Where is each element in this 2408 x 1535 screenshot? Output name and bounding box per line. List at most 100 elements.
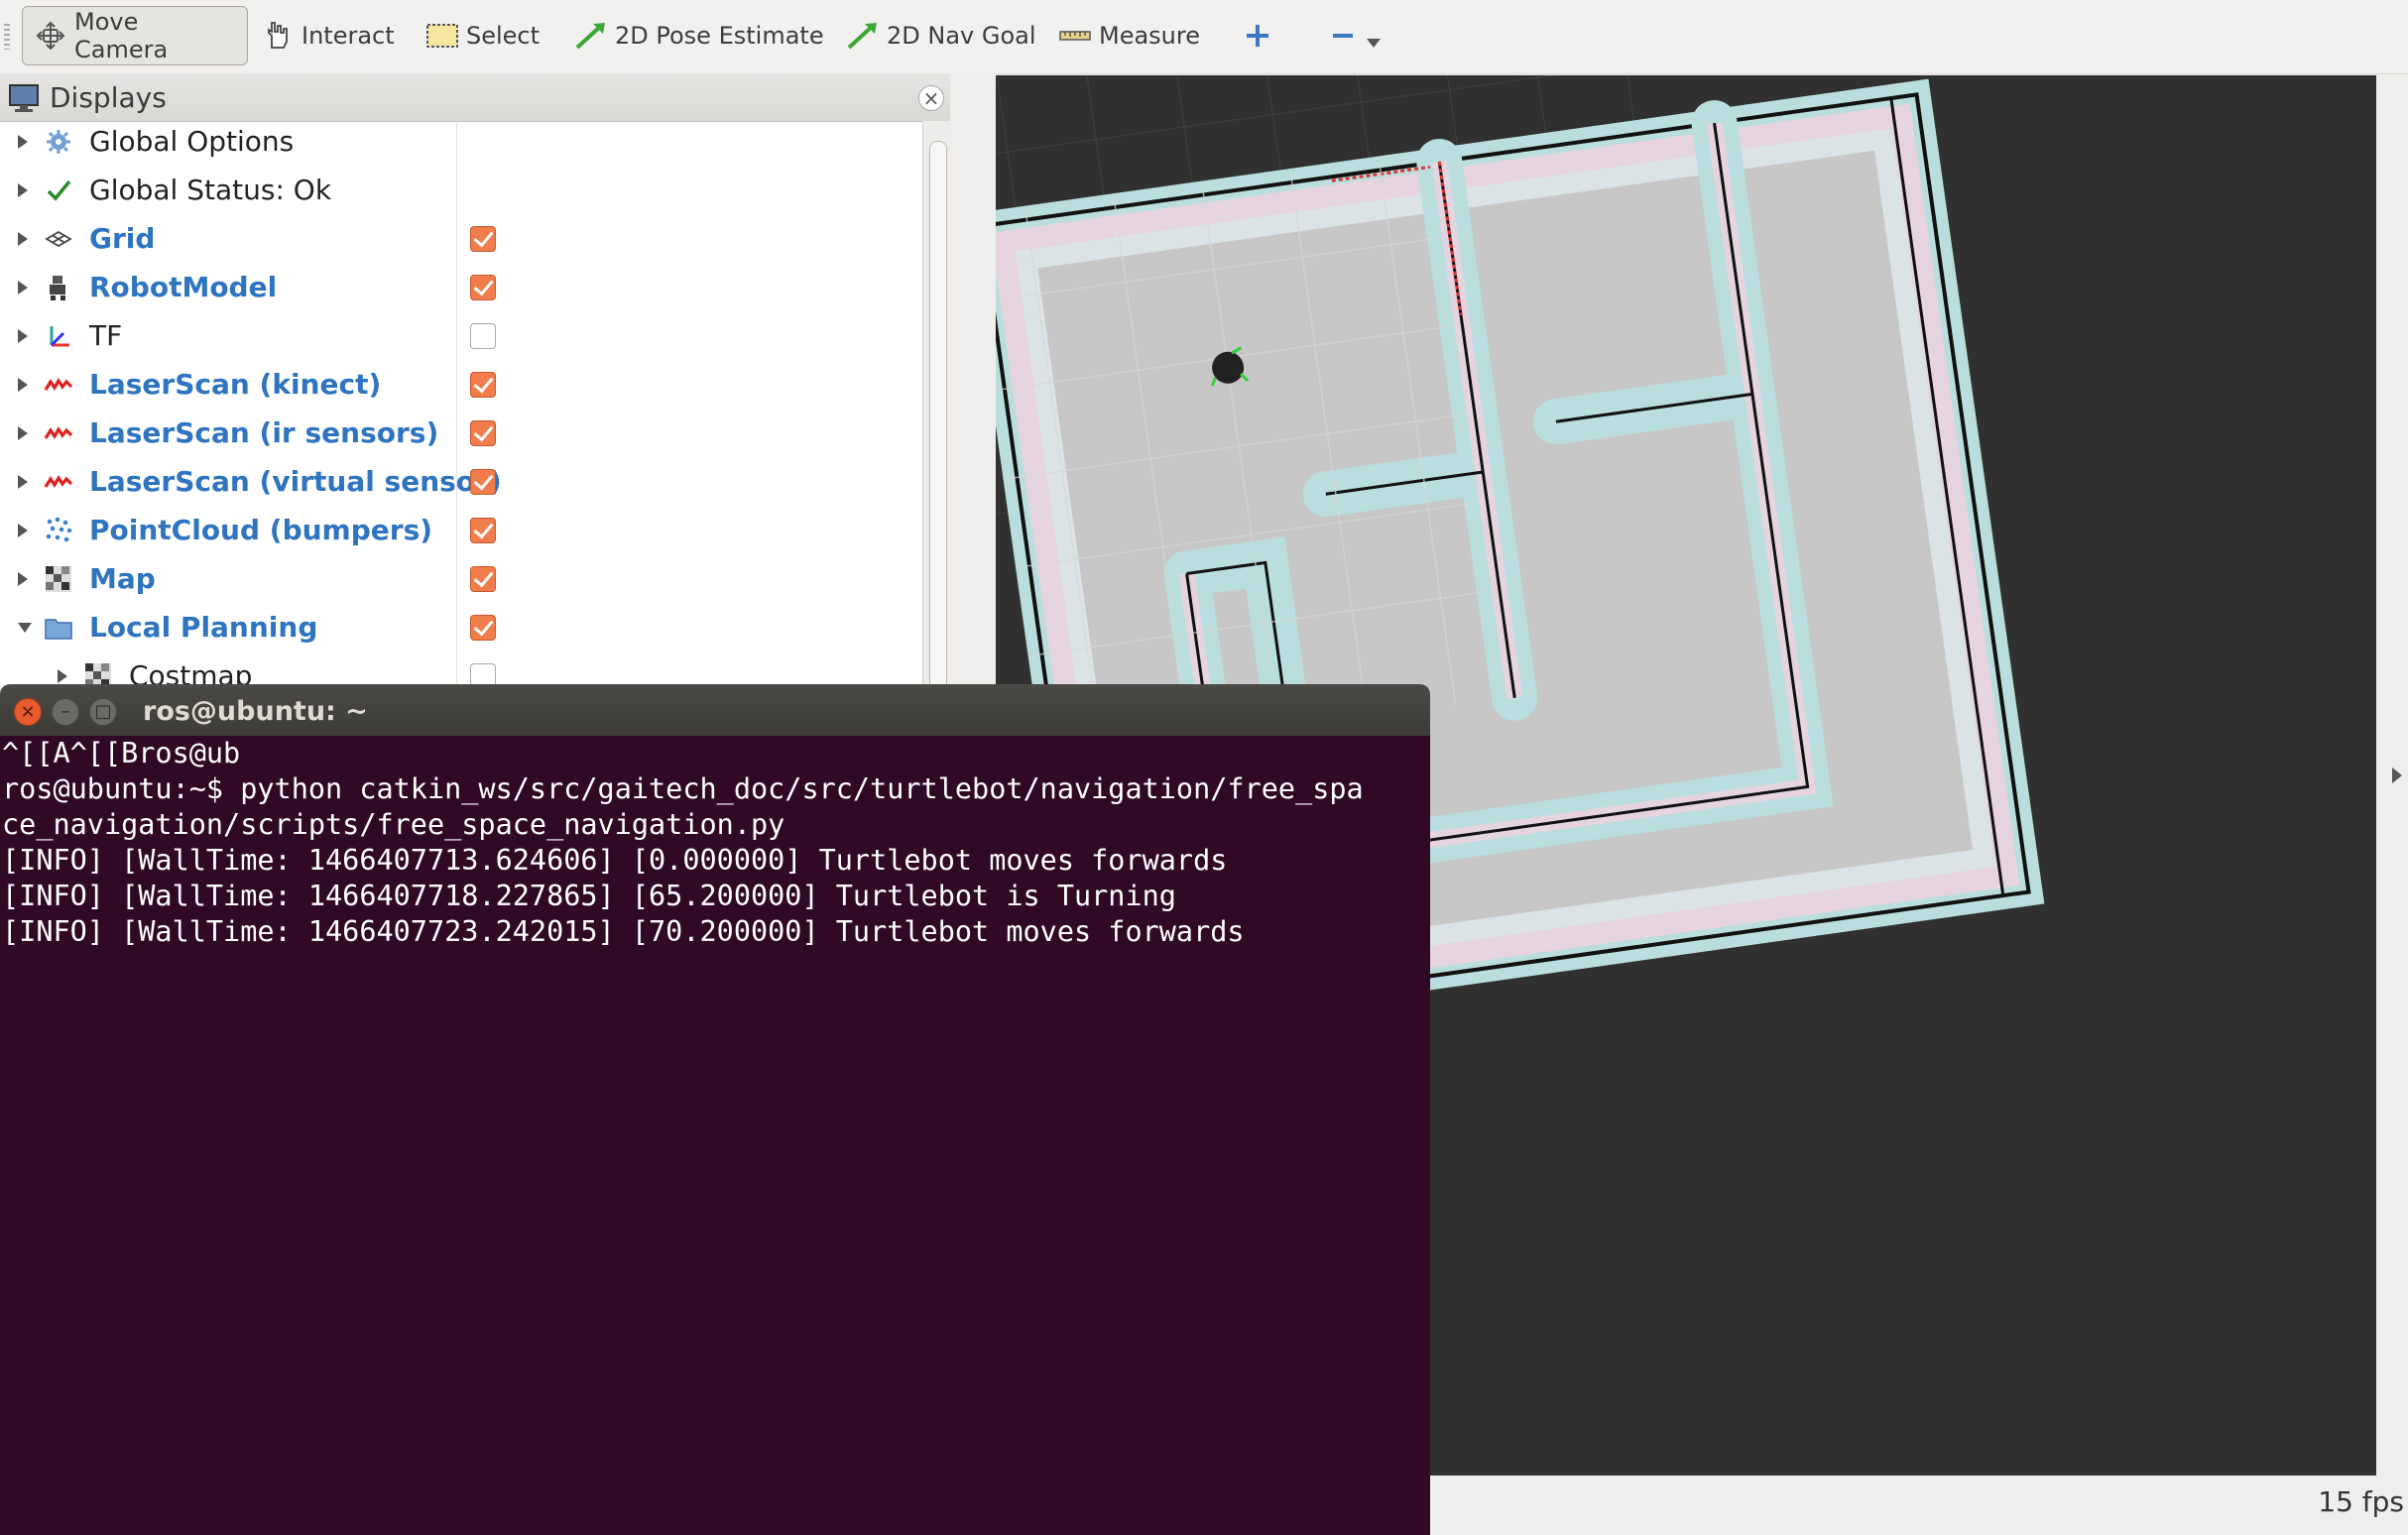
expand-arrow-icon[interactable] (18, 524, 28, 537)
displays-title: Displays (50, 81, 167, 114)
terminal-window[interactable]: × – □ ros@ubuntu: ~ ^[[A^[[Bros@ub ros@ub… (0, 684, 1430, 1535)
display-item-label: TF (89, 319, 123, 352)
expand-arrow-down-icon[interactable] (18, 623, 32, 633)
displays-tree: Global Options Global Status: Ok Grid Robot… (0, 121, 922, 688)
close-icon[interactable]: × (14, 698, 42, 726)
maximize-icon[interactable]: □ (89, 698, 117, 726)
map-icon (44, 564, 75, 594)
plus-icon (1240, 20, 1275, 52)
terminal-title: ros@ubuntu: ~ (143, 696, 368, 727)
display-item-pointcloud-bumpers[interactable]: PointCloud (bumpers) (0, 512, 922, 549)
terminal-titlebar[interactable]: × – □ ros@ubuntu: ~ (0, 684, 1430, 736)
display-item-tf[interactable]: TF (0, 317, 922, 355)
expand-arrow-icon[interactable] (18, 378, 28, 392)
display-item-label: Grid (89, 222, 156, 255)
enable-checkbox[interactable] (470, 226, 496, 252)
display-item-global-options[interactable]: Global Options (0, 123, 922, 161)
enable-checkbox[interactable] (470, 566, 496, 592)
column-divider (456, 121, 457, 688)
display-item-label: Map (89, 562, 156, 595)
terminal-line: [INFO] [WallTime: 1466407718.227865] [65… (2, 880, 1176, 912)
enable-checkbox[interactable] (470, 275, 496, 300)
laser-scan-icon (44, 370, 75, 400)
display-item-label: RobotModel (89, 271, 278, 303)
checkmark-icon (44, 176, 75, 205)
expand-arrow-icon[interactable] (18, 135, 28, 149)
toolbar-grip[interactable] (4, 24, 10, 50)
expand-arrow-icon[interactable] (18, 281, 28, 295)
display-item-label: PointCloud (bumpers) (89, 514, 433, 546)
expand-arrow-icon[interactable] (18, 426, 28, 440)
displays-header: Displays × (0, 73, 950, 122)
minimize-icon[interactable]: – (52, 698, 79, 726)
display-item-robotmodel[interactable]: RobotModel (0, 269, 922, 306)
close-icon[interactable]: × (918, 85, 944, 111)
expand-arrow-icon[interactable] (18, 232, 28, 246)
display-item-global-status-ok[interactable]: Global Status: Ok (0, 172, 922, 209)
terminal-line: ros@ubuntu:~$ python catkin_ws/src/gaite… (2, 772, 1364, 805)
expand-arrow-icon[interactable] (18, 572, 28, 586)
move-camera-tool[interactable]: Move Camera (22, 6, 248, 65)
display-item-laserscan-kinect[interactable]: LaserScan (kinect) (0, 366, 922, 404)
point-cloud-icon (44, 516, 75, 545)
dropdown-arrow-icon[interactable] (1367, 38, 1381, 48)
folder-icon (44, 613, 75, 643)
laser-scan-icon (44, 467, 75, 497)
expand-arrow-icon[interactable] (58, 669, 67, 683)
nav-goal-tool[interactable]: 2D Nav Goal (835, 6, 1046, 65)
terminal-output[interactable]: ^[[A^[[Bros@ub ros@ubuntu:~$ python catki… (0, 736, 1430, 1535)
monitor-icon (8, 83, 40, 117)
terminal-line: ^[[A^[[Bros@ub (2, 737, 241, 769)
green-arrow-icon (573, 20, 609, 52)
move-camera-label: Move Camera (74, 8, 169, 63)
display-item-grid[interactable]: Grid (0, 220, 922, 258)
select-tool[interactable]: Select (415, 6, 549, 65)
ruler-icon (1057, 20, 1093, 52)
enable-checkbox[interactable] (470, 323, 496, 349)
terminal-line: [INFO] [WallTime: 1466407723.242015] [70… (2, 915, 1245, 948)
display-item-label: LaserScan (virtual sensor) (89, 465, 502, 498)
enable-checkbox[interactable] (470, 615, 496, 641)
display-item-label: Global Status: Ok (89, 174, 332, 206)
robot-icon (44, 273, 75, 302)
status-bar: 15 fps (1428, 1476, 2408, 1535)
display-item-label: LaserScan (ir sensors) (89, 416, 439, 449)
display-item-label: Local Planning (89, 611, 318, 644)
enable-checkbox[interactable] (470, 518, 496, 543)
enable-checkbox[interactable] (470, 469, 496, 495)
measure-tool[interactable]: Measure (1047, 6, 1210, 65)
gear-icon (44, 127, 75, 157)
display-item-laserscan-virtual-sensor[interactable]: LaserScan (virtual sensor) (0, 463, 922, 501)
display-item-label: LaserScan (kinect) (89, 368, 382, 401)
expand-arrow-icon[interactable] (18, 183, 28, 197)
display-item-local-planning[interactable]: Local Planning (0, 609, 922, 647)
interact-tool[interactable]: Interact (250, 6, 405, 65)
add-tool-button[interactable] (1230, 6, 1291, 65)
laser-scan-icon (44, 418, 75, 448)
displays-scrollbar[interactable] (922, 121, 951, 698)
pose-estimate-tool[interactable]: 2D Pose Estimate (563, 6, 834, 65)
grid-icon (44, 224, 75, 254)
expand-arrow-icon[interactable] (18, 475, 28, 489)
display-item-label: Global Options (89, 125, 295, 158)
hand-icon (260, 20, 296, 52)
remove-tool-button[interactable] (1315, 6, 1390, 65)
green-arrow-icon (845, 20, 881, 52)
scrollbar-thumb[interactable] (929, 141, 947, 698)
tf-axes-icon (44, 321, 75, 351)
select-icon (424, 20, 460, 52)
move-camera-icon (33, 20, 68, 52)
measure-label: Measure (1099, 22, 1200, 50)
display-item-laserscan-ir-sensors[interactable]: LaserScan (ir sensors) (0, 414, 922, 452)
enable-checkbox[interactable] (470, 420, 496, 446)
enable-checkbox[interactable] (470, 372, 496, 398)
terminal-line: [INFO] [WallTime: 1466407713.624606] [0.… (2, 844, 1228, 877)
expand-arrow-icon[interactable] (18, 329, 28, 343)
panel-splitter[interactable] (950, 73, 996, 688)
nav-goal-label: 2D Nav Goal (887, 22, 1036, 50)
fps-readout: 15 fps (2318, 1485, 2404, 1518)
display-item-map[interactable]: Map (0, 560, 922, 598)
minus-icon (1325, 20, 1361, 52)
collapse-right-arrow-icon[interactable] (2392, 768, 2402, 783)
select-label: Select (466, 22, 541, 50)
